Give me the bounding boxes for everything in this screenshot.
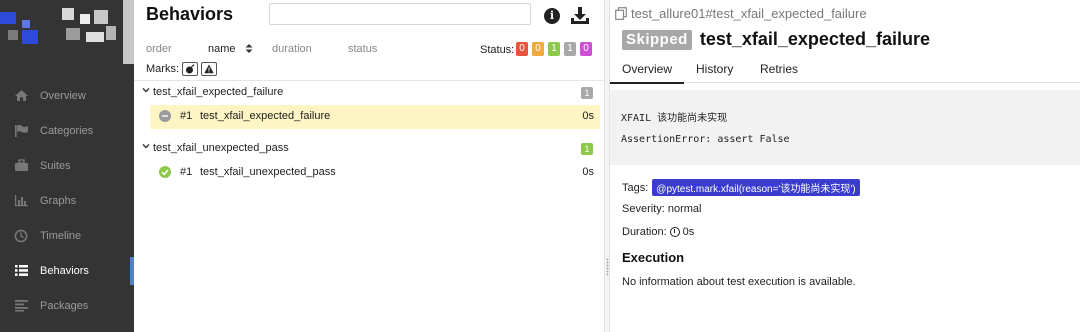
bar-chart-icon [12, 193, 30, 209]
duration-label: Duration: [622, 226, 667, 238]
align-left-icon [12, 298, 30, 314]
status-filter-broken[interactable]: 0 [532, 42, 544, 56]
clock-icon [12, 228, 30, 244]
sort-row: order name duration status Status: 0 0 1… [134, 40, 604, 60]
info-icon[interactable]: i [544, 8, 560, 24]
case-order: #1 [180, 166, 193, 178]
group-row[interactable]: test_xfail_unexpected_pass 1 [134, 137, 604, 161]
status-filter-skipped[interactable]: 1 [564, 42, 576, 56]
passed-status-icon [159, 166, 171, 178]
breadcrumb: test_allure01#test_xfail_expected_failur… [615, 6, 867, 21]
tab-overview[interactable]: Overview [609, 62, 685, 84]
flag-icon [12, 123, 30, 139]
sidebar: Overview Categories Suites Graphs Timeli… [0, 0, 134, 332]
sidebar-scrollbar[interactable] [123, 0, 134, 64]
allure-report: Overview Categories Suites Graphs Timeli… [0, 0, 1080, 332]
tags-label: Tags: [622, 181, 649, 194]
sidebar-item-graphs[interactable]: Graphs [0, 183, 134, 218]
sidebar-item-suites[interactable]: Suites [0, 148, 134, 183]
sort-icon [245, 44, 253, 53]
sort-name-label: name [208, 43, 236, 55]
bomb-icon [186, 64, 195, 74]
pane-title: Behaviors [146, 4, 234, 24]
status-trace: AssertionError: assert False [621, 134, 790, 145]
case-name: test_xfail_unexpected_pass [200, 166, 336, 178]
home-icon [12, 88, 30, 104]
download-icon[interactable] [570, 6, 590, 26]
clock-icon [669, 227, 680, 237]
group-row[interactable]: test_xfail_expected_failure 1 [134, 81, 604, 105]
status-filter-label: Status: [480, 44, 515, 56]
tag-badge: @pytest.mark.xfail(reason='该功能尚未实现') [652, 179, 860, 196]
status-filter-unknown[interactable]: 0 [580, 42, 592, 56]
sidebar-item-label: Timeline [40, 229, 82, 242]
sidebar-nav: Overview Categories Suites Graphs Timeli… [0, 78, 134, 323]
status-badge: Skipped [622, 29, 692, 50]
copy-icon[interactable] [615, 7, 627, 20]
case-name: test_xfail_expected_failure [200, 110, 331, 122]
case-order: #1 [180, 110, 193, 122]
tab-retries[interactable]: Retries [760, 62, 798, 76]
sort-order[interactable]: order [146, 43, 172, 55]
sidebar-item-overview[interactable]: Overview [0, 78, 134, 113]
allure-logo[interactable] [0, 0, 134, 62]
test-case-row[interactable]: #1 test_xfail_expected_failure 0s [150, 105, 600, 129]
detail-tabs: Overview History Retries [609, 58, 1080, 84]
sidebar-item-categories[interactable]: Categories [0, 113, 134, 148]
new-failed-mark-toggle[interactable] [201, 62, 217, 76]
status-filter-failed[interactable]: 0 [516, 42, 528, 56]
warning-icon [204, 64, 214, 74]
skipped-status-icon [159, 110, 171, 122]
marks-label: Marks: [146, 63, 179, 75]
sidebar-item-label: Categories [40, 124, 94, 137]
sidebar-item-label: Suites [40, 159, 71, 172]
execution-text: No information about test execution is a… [622, 276, 856, 288]
tree-pane: Behaviors i order name duration status S… [134, 0, 604, 332]
chevron-down-icon [142, 88, 150, 93]
duration-row: Duration: 0s [622, 226, 694, 238]
chevron-down-icon [142, 144, 150, 149]
severity-row: Severity: normal [622, 203, 701, 215]
list-icon [12, 263, 30, 279]
tab-history[interactable]: History [696, 62, 733, 76]
group-count-badge: 1 [581, 143, 593, 155]
sidebar-item-label: Overview [40, 89, 86, 102]
briefcase-icon [12, 158, 30, 174]
group-count-badge: 1 [581, 87, 593, 99]
case-duration: 0s [582, 110, 594, 122]
sidebar-item-label: Behaviors [40, 264, 89, 277]
severity-text: Severity: normal [622, 203, 702, 215]
breadcrumb-text: test_allure01#test_xfail_expected_failur… [631, 6, 867, 21]
test-title: test_xfail_expected_failure [699, 29, 930, 49]
case-duration: 0s [582, 166, 594, 178]
sidebar-item-label: Graphs [40, 194, 77, 207]
sort-name[interactable]: name [208, 43, 253, 55]
sort-status[interactable]: status [348, 43, 377, 55]
execution-heading: Execution [622, 250, 685, 265]
search-input[interactable] [269, 3, 531, 25]
tags-row: Tags: @pytest.mark.xfail(reason='该功能尚未实现… [622, 179, 860, 196]
sort-duration[interactable]: duration [272, 43, 312, 55]
test-case-row[interactable]: #1 test_xfail_unexpected_pass 0s [150, 161, 600, 185]
test-detail-pane: test_allure01#test_xfail_expected_failur… [609, 0, 1080, 332]
flaky-mark-toggle[interactable] [182, 62, 198, 76]
splitter-grip[interactable] [606, 258, 609, 276]
status-filter-passed[interactable]: 1 [548, 42, 560, 56]
sidebar-item-label: Packages [40, 299, 89, 312]
status-message-block: XFAIL 该功能尚未实现 AssertionError: assert Fal… [610, 90, 1080, 165]
duration-value: 0s [682, 226, 695, 238]
group-name: test_xfail_expected_failure [153, 86, 284, 98]
sidebar-item-timeline[interactable]: Timeline [0, 218, 134, 253]
sidebar-item-behaviors[interactable]: Behaviors [0, 253, 134, 288]
status-message: XFAIL 该功能尚未实现 [621, 113, 728, 124]
marks-row: Marks: [146, 62, 217, 76]
test-title-row: Skipped test_xfail_expected_failure [622, 29, 930, 50]
sidebar-item-packages[interactable]: Packages [0, 288, 134, 323]
group-name: test_xfail_unexpected_pass [153, 142, 289, 154]
